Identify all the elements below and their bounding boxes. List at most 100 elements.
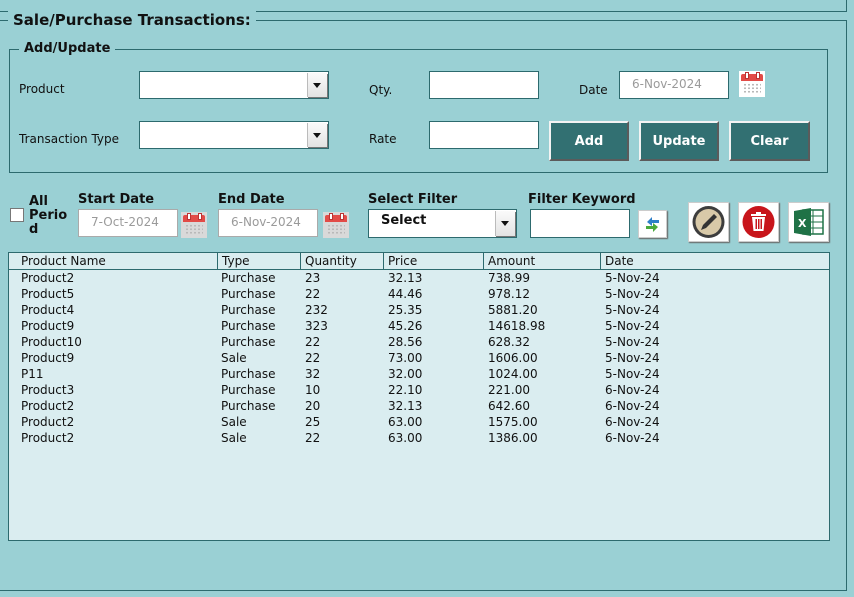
cell-type: Purchase [221, 319, 276, 333]
end-date-input[interactable]: 6-Nov-2024 [218, 209, 318, 237]
cell-amount: 628.32 [488, 335, 530, 349]
cell-product-name: Product9 [21, 319, 75, 333]
cell-amount: 738.99 [488, 271, 530, 285]
column-header-date[interactable]: Date [601, 253, 829, 269]
start-date-calendar-icon[interactable] [181, 212, 207, 238]
cell-quantity: 20 [305, 399, 321, 413]
calendar-icon[interactable] [739, 71, 765, 97]
table-row[interactable]: Product5 Purchase 22 44.46 978.12 5-Nov-24 [9, 286, 829, 302]
cell-date: 5-Nov-24 [605, 287, 660, 301]
column-header-quantity[interactable]: Quantity [301, 253, 384, 269]
cell-date: 5-Nov-24 [605, 319, 660, 333]
cell-type: Purchase [221, 287, 276, 301]
cell-quantity: 22 [305, 287, 321, 301]
table-row[interactable]: Product2 Sale 25 63.00 1575.00 6-Nov-24 [9, 414, 829, 430]
cell-price: 63.00 [388, 415, 423, 429]
cell-date: 6-Nov-24 [605, 383, 660, 397]
trash-icon [742, 206, 775, 238]
cell-type: Purchase [221, 383, 276, 397]
column-header-type[interactable]: Type [218, 253, 301, 269]
table-row[interactable]: Product4 Purchase 232 25.35 5881.20 5-Nov-24 [9, 302, 829, 318]
product-label: Product [19, 82, 65, 96]
table-row[interactable]: P11 Purchase 32 32.00 1024.00 5-Nov-24 [9, 366, 829, 382]
refresh-button[interactable] [638, 210, 667, 238]
all-period-label-line3: d [29, 222, 39, 237]
cell-date: 5-Nov-24 [605, 335, 660, 349]
cell-price: 32.13 [388, 399, 423, 413]
rate-input[interactable] [429, 121, 539, 149]
cell-quantity: 23 [305, 271, 321, 285]
table-row[interactable]: Product9 Sale 22 73.00 1606.00 5-Nov-24 [9, 350, 829, 366]
cell-quantity: 22 [305, 351, 321, 365]
pencil-icon [692, 206, 725, 238]
section-title: Sale/Purchase Transactions: [8, 11, 256, 29]
cell-date: 5-Nov-24 [605, 367, 660, 381]
all-period-checkbox[interactable] [10, 208, 24, 222]
select-filter-label: Select Filter [368, 192, 458, 207]
cell-price: 44.46 [388, 287, 423, 301]
cell-date: 5-Nov-24 [605, 271, 660, 285]
refresh-icon [646, 217, 659, 232]
column-header-product-name[interactable]: Product Name [17, 253, 218, 269]
delete-button[interactable] [738, 202, 779, 242]
qty-label: Qty. [369, 83, 393, 97]
select-filter-value: Select [381, 213, 427, 228]
update-button[interactable]: Update [639, 121, 719, 161]
cell-product-name: P11 [21, 367, 44, 381]
all-period-label-line2: Perio [29, 208, 68, 223]
cell-amount: 221.00 [488, 383, 530, 397]
end-date-label: End Date [218, 192, 285, 207]
cell-date: 6-Nov-24 [605, 431, 660, 445]
table-row[interactable]: Product9 Purchase 323 45.26 14618.98 5-Nov-24 [9, 318, 829, 334]
transaction-type-label: Transaction Type [19, 132, 120, 146]
transactions-grid[interactable]: Product Name Type Quantity Price Amount … [8, 252, 830, 541]
cell-amount: 5881.20 [488, 303, 538, 317]
excel-icon: X [794, 208, 824, 236]
transaction-type-combo[interactable] [139, 121, 329, 149]
table-row[interactable]: Product3 Purchase 10 22.10 221.00 6-Nov-24 [9, 382, 829, 398]
cell-quantity: 25 [305, 415, 321, 429]
svg-text:X: X [798, 217, 807, 230]
filter-keyword-label: Filter Keyword [528, 192, 636, 207]
date-input[interactable]: 6-Nov-2024 [619, 71, 729, 99]
cell-price: 73.00 [388, 351, 423, 365]
start-date-label: Start Date [78, 192, 155, 207]
start-date-input[interactable]: 7-Oct-2024 [78, 209, 178, 237]
cell-amount: 14618.98 [488, 319, 546, 333]
product-combo[interactable] [139, 71, 329, 99]
table-row[interactable]: Product10 Purchase 22 28.56 628.32 5-Nov-24 [9, 334, 829, 350]
add-update-title: Add/Update [19, 41, 116, 56]
edit-button[interactable] [688, 202, 729, 242]
filter-keyword-input[interactable] [530, 209, 630, 238]
end-date-calendar-icon[interactable] [323, 212, 349, 238]
cell-quantity: 232 [305, 303, 328, 317]
column-header-amount[interactable]: Amount [484, 253, 601, 269]
clear-button[interactable]: Clear [729, 121, 810, 161]
chevron-down-icon[interactable] [495, 211, 515, 236]
table-row[interactable]: Product2 Purchase 20 32.13 642.60 6-Nov-24 [9, 398, 829, 414]
cell-type: Purchase [221, 367, 276, 381]
cell-date: 6-Nov-24 [605, 399, 660, 413]
cell-product-name: Product4 [21, 303, 75, 317]
add-button[interactable]: Add [549, 121, 629, 161]
cell-product-name: Product5 [21, 287, 75, 301]
cell-type: Sale [221, 431, 247, 445]
cell-price: 22.10 [388, 383, 423, 397]
qty-input[interactable] [429, 71, 539, 99]
column-header-price[interactable]: Price [384, 253, 484, 269]
select-filter-combo[interactable]: Select [368, 209, 517, 238]
cell-type: Purchase [221, 399, 276, 413]
cell-date: 5-Nov-24 [605, 303, 660, 317]
cell-price: 25.35 [388, 303, 423, 317]
cell-price: 28.56 [388, 335, 423, 349]
table-row[interactable]: Product2 Purchase 23 32.13 738.99 5-Nov-24 [9, 270, 829, 286]
cell-amount: 1606.00 [488, 351, 538, 365]
date-label: Date [579, 83, 608, 97]
table-row[interactable]: Product2 Sale 22 63.00 1386.00 6-Nov-24 [9, 430, 829, 446]
cell-product-name: Product2 [21, 271, 75, 285]
chevron-down-icon[interactable] [307, 123, 327, 147]
cell-amount: 1386.00 [488, 431, 538, 445]
chevron-down-icon[interactable] [307, 73, 327, 97]
export-excel-button[interactable]: X [788, 202, 829, 242]
cell-type: Purchase [221, 335, 276, 349]
